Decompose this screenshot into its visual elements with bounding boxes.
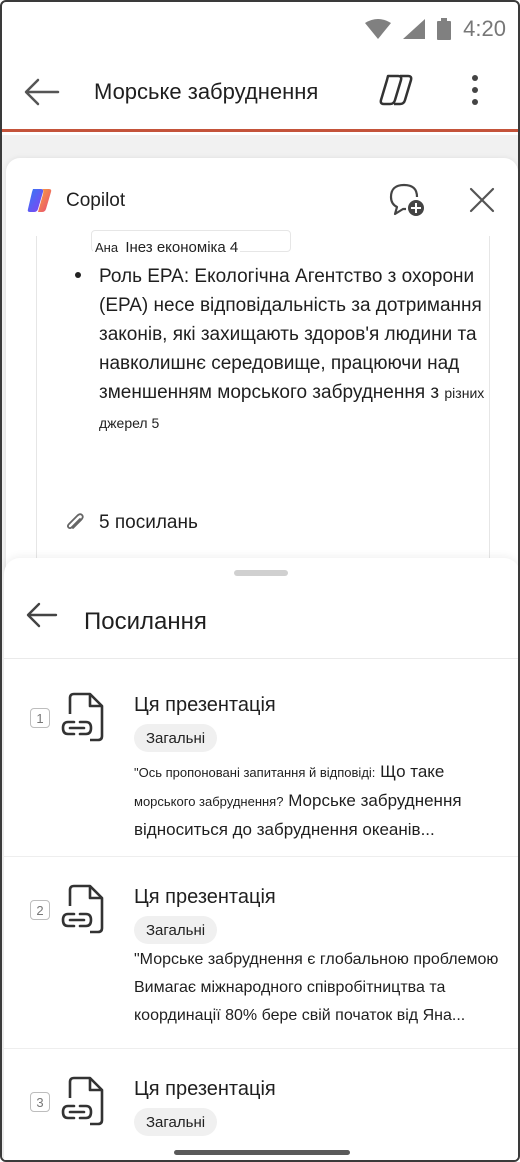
paperclip-icon: [66, 513, 84, 530]
signal-icon: [403, 19, 426, 39]
reference-snippet: "Ось пропоновані запитання й відповіді: …: [134, 758, 510, 844]
new-chat-icon: [389, 183, 424, 216]
copilot-toggle-button[interactable]: [376, 70, 416, 110]
status-icons: 4:20: [365, 16, 506, 42]
chat-response-card: Ана Інез економіка 4 Роль EPA: Екологічн…: [36, 230, 490, 566]
copilot-icon: [379, 74, 413, 106]
back-button[interactable]: [22, 72, 62, 112]
bullet-dot: [75, 272, 81, 278]
reference-title: Ця презентація: [134, 694, 276, 716]
sheet-back-button[interactable]: [26, 602, 62, 638]
app-bar: Морське забруднення: [2, 52, 518, 132]
divider: [4, 658, 518, 659]
snippet-part: Що таке: [380, 762, 445, 781]
snippet-suffix: Інез економіка 4: [125, 239, 239, 256]
more-vertical-icon: [472, 75, 478, 105]
document-link-icon: [61, 1076, 104, 1126]
reference-badge: Загальні: [134, 724, 218, 752]
arrow-left-icon: [26, 602, 58, 628]
copilot-label: Copilot: [66, 190, 126, 211]
snippet-part: Вимагає міжнародного співробітництва та: [134, 979, 446, 996]
wifi-icon: [365, 19, 392, 39]
status-time: 4:20: [463, 16, 506, 41]
reference-title: Ця презентація: [134, 1078, 276, 1100]
reference-badge: Загальні: [134, 916, 218, 944]
close-copilot-button[interactable]: [466, 184, 498, 216]
status-bar: 4:20: [2, 2, 518, 52]
reference-snippet: "Морське забруднення є глобальною пробле…: [134, 946, 510, 1030]
reference-number: 2: [30, 900, 50, 920]
reference-number: 1: [30, 708, 50, 728]
copilot-pane: Copilot Ана Інез економіка 4 Роль EPA: Е…: [6, 158, 518, 578]
snippet-part: координації 80% бере свій початок від Ян…: [134, 1007, 466, 1024]
reference-title: Ця презентація: [134, 886, 276, 908]
bullet-text: Роль EPA: Екологічна Агентство з охорони…: [99, 262, 499, 438]
drag-handle[interactable]: [234, 570, 288, 576]
divider: [4, 856, 518, 857]
arrow-left-icon: [24, 78, 60, 106]
snippet-part: "Морське забруднення є глобальною пробле…: [134, 951, 499, 968]
references-count: 5 посилань: [99, 512, 198, 533]
document-link-icon: [61, 884, 104, 934]
home-indicator[interactable]: [174, 1150, 350, 1155]
document-link-icon: [61, 692, 104, 742]
references-sheet: Посилання 1 Ця презентація Загальні "Ось…: [4, 558, 518, 1160]
copilot-logo-icon: [27, 189, 52, 212]
snippet-prefix: Ана: [95, 240, 119, 255]
battery-icon: [437, 18, 452, 40]
close-icon: [469, 187, 495, 213]
more-options-button[interactable]: [460, 70, 490, 110]
reference-number: 3: [30, 1092, 50, 1112]
new-chat-button[interactable]: [388, 182, 428, 218]
snippet-part: "Ось пропоновані запитання й відповіді:: [134, 765, 376, 780]
bullet-main-text: Роль EPA: Екологічна Агентство з охорони…: [99, 266, 482, 403]
snippet-part: відноситься до забруднення океанів...: [134, 820, 435, 839]
snippet-part: Морське забруднення: [288, 791, 462, 810]
page-title: Морське забруднення: [94, 79, 319, 104]
sheet-title: Посилання: [84, 608, 207, 635]
reference-badge: Загальні: [134, 1108, 218, 1136]
references-link[interactable]: 5 посилань: [65, 512, 198, 534]
divider: [4, 1048, 518, 1049]
snippet-part: морського забруднення?: [134, 794, 284, 809]
phone-frame: 4:20 Морське забруднення Copilot Ана Іне…: [0, 0, 520, 1162]
snippet-line: Ана Інез економіка 4: [93, 238, 241, 257]
copilot-header: Copilot: [6, 158, 518, 238]
